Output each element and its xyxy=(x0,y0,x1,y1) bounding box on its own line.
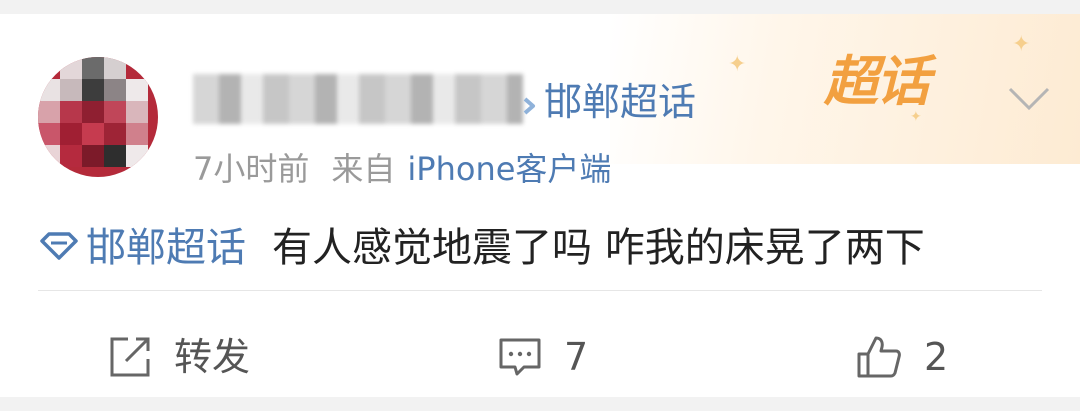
divider xyxy=(38,290,1042,291)
post-time: 7小时前 xyxy=(193,150,310,188)
post-card: ✦ ✦ ✦ 超话 邯郸超话 7小时前 来自 iPhone客户端 邯郸超话 有人感… xyxy=(0,14,1080,397)
thumbs-up-icon xyxy=(856,335,902,379)
arrow-right-icon xyxy=(520,78,538,126)
topic-tag[interactable]: 邯郸超话 xyxy=(38,220,246,276)
sparkle-icon: ✦ xyxy=(1012,32,1031,57)
username-redacted[interactable] xyxy=(193,74,523,124)
comment-count: 7 xyxy=(564,335,589,379)
like-button[interactable]: 2 xyxy=(856,327,948,387)
topic-tag-label: 邯郸超话 xyxy=(86,225,246,271)
comment-button[interactable]: 7 xyxy=(498,327,588,387)
repost-icon xyxy=(108,335,152,379)
repost-label: 转发 xyxy=(174,335,251,379)
post-body: 邯郸超话 有人感觉地震了吗 咋我的床晃了两下 xyxy=(38,220,925,276)
topic-link[interactable]: 邯郸超话 xyxy=(520,78,696,126)
post-content: 有人感觉地震了吗 咋我的床晃了两下 xyxy=(272,225,925,271)
source-prefix: 来自 xyxy=(331,150,396,188)
chaohua-logo: 超话 xyxy=(824,50,930,113)
source-client-link[interactable]: iPhone客户端 xyxy=(407,150,611,188)
sparkle-icon: ✦ xyxy=(728,52,747,77)
comment-icon xyxy=(498,335,542,379)
repost-button[interactable]: 转发 xyxy=(108,327,250,387)
like-count: 2 xyxy=(924,335,949,379)
topic-link-label: 邯郸超话 xyxy=(544,80,697,124)
post-meta: 7小时前 来自 iPhone客户端 xyxy=(193,147,611,191)
avatar[interactable] xyxy=(38,57,158,177)
diamond-icon xyxy=(38,220,80,276)
chevron-down-icon[interactable] xyxy=(1004,74,1054,124)
